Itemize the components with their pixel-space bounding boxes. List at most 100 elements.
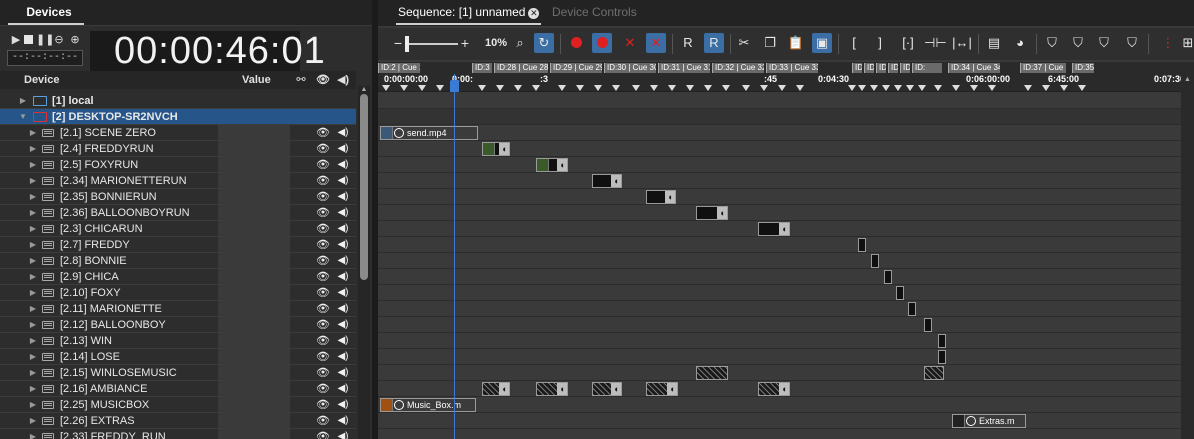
device-row[interactable]: ▶ [2.8] BONNIE 👁 ◀) [0, 253, 356, 269]
eye-icon[interactable]: 👁 [316, 173, 330, 189]
device-value[interactable] [218, 365, 290, 380]
device-value[interactable] [218, 221, 290, 236]
device-row[interactable]: ▶ [2.35] BONNIERUN 👁 ◀) [0, 189, 356, 205]
cue-marker[interactable] [594, 85, 602, 91]
stop-icon[interactable] [22, 34, 34, 46]
record-active-icon[interactable] [592, 33, 612, 53]
cue-marker[interactable] [576, 85, 584, 91]
device-value[interactable] [218, 381, 290, 396]
cue-marker[interactable] [1060, 85, 1068, 91]
device-row[interactable]: ▶ [2.4] FREDDYRUN 👁 ◀) [0, 141, 356, 157]
cue-label[interactable]: ID:2 | Cue 2 [378, 63, 420, 73]
device-row[interactable]: ▶ [2.14] LOSE 👁 ◀) [0, 349, 356, 365]
cue-marker[interactable] [686, 85, 694, 91]
cue-label[interactable]: ID:34 | Cue 34 [948, 63, 1000, 73]
cue-marker[interactable] [970, 85, 978, 91]
r-active-button[interactable]: R [704, 33, 724, 53]
timeline-track[interactable] [378, 109, 1181, 125]
cue-marker[interactable] [934, 85, 942, 91]
device-value[interactable] [218, 317, 290, 332]
timeline-clip[interactable]: ◖ [536, 382, 568, 396]
eye-icon[interactable]: 👁 [316, 365, 330, 381]
timeline-clip[interactable]: ◖ [758, 382, 790, 396]
expand-icon[interactable]: ▶ [28, 317, 38, 333]
zoom-slider-handle[interactable] [405, 36, 409, 52]
cue-marker[interactable] [918, 85, 926, 91]
speaker-icon[interactable]: ◀) [336, 349, 350, 365]
device-value[interactable] [218, 237, 290, 252]
cue-marker[interactable] [650, 85, 658, 91]
cue-label[interactable]: ID [864, 63, 874, 73]
timeline-clip[interactable]: ◖ [482, 142, 510, 156]
speaker-icon[interactable]: ◀) [336, 221, 350, 237]
cue-marker[interactable] [1078, 85, 1086, 91]
paste-icon[interactable]: 📋 [786, 33, 806, 53]
speaker-icon[interactable]: ◀) [336, 381, 350, 397]
cue-marker[interactable] [760, 85, 768, 91]
speaker-icon[interactable]: ◀) [336, 301, 350, 317]
timeline-track[interactable] [378, 173, 1181, 189]
timeline-clip[interactable]: ◖ [696, 206, 728, 220]
zoom-minus-button[interactable]: − [392, 33, 404, 53]
playhead-handle[interactable] [450, 80, 459, 92]
timeline-track[interactable] [378, 205, 1181, 221]
speaker-icon[interactable]: ◀) [336, 125, 350, 141]
cue-marker[interactable] [894, 85, 902, 91]
cue-marker[interactable] [778, 85, 786, 91]
device-row[interactable]: ▶ [2.25] MUSICBOX 👁 ◀) [0, 397, 356, 413]
more-icon[interactable]: ⋮ [1158, 33, 1178, 53]
eye-icon[interactable]: 👁 [316, 429, 330, 439]
eye-icon[interactable]: 👁 [316, 205, 330, 221]
cue-label[interactable]: ID:30 | Cue 30 [604, 63, 656, 73]
cue-label[interactable]: ID:29 | Cue 29 [550, 63, 602, 73]
device-value[interactable] [218, 301, 290, 316]
expand-icon[interactable]: ▶ [28, 397, 38, 413]
speaker-icon[interactable]: ◀) [336, 365, 350, 381]
eye-icon[interactable]: 👁 [316, 125, 330, 141]
marker-remove-icon[interactable]: ⛉ [1068, 33, 1088, 53]
split-icon[interactable]: ⊣⊢ [924, 33, 947, 53]
device-row[interactable]: ▶ [1] local [0, 93, 356, 109]
timeline-clip[interactable]: send.mp4 [380, 126, 478, 140]
eye-icon[interactable]: 👁 [316, 221, 330, 237]
timecode-input[interactable]: --:--:--:-- [7, 50, 83, 66]
cue-marker[interactable] [906, 85, 914, 91]
device-value[interactable] [218, 173, 290, 188]
timeline-clip[interactable]: ◖ [646, 382, 678, 396]
close-icon[interactable]: ✕ [528, 8, 540, 19]
expand-icon[interactable]: ▶ [28, 237, 38, 253]
expand-icon[interactable]: ▶ [28, 125, 38, 141]
cue-label[interactable]: ID:3 | C [472, 63, 492, 73]
timeline-track[interactable] [378, 429, 1181, 439]
cut-icon[interactable]: ✂ [734, 33, 754, 53]
expand-icon[interactable]: ▶ [28, 173, 38, 189]
timeline-track[interactable] [378, 269, 1181, 285]
zoom-plus-button[interactable]: + [459, 33, 471, 53]
media-icon[interactable]: ▤ [984, 33, 1004, 53]
cue-marker[interactable] [558, 85, 566, 91]
copy-icon[interactable]: ❐ [760, 33, 780, 53]
timeline-clip[interactable]: Music_Box.m [380, 398, 476, 412]
device-value[interactable] [218, 429, 290, 439]
timeline-clip[interactable]: ◖ [646, 190, 676, 204]
marker-prev-icon[interactable]: ⛉ [1094, 33, 1114, 53]
zoom-out-icon[interactable]: ⊖ [53, 34, 65, 46]
expand-icon[interactable]: ▶ [28, 333, 38, 349]
timeline-track[interactable] [378, 125, 1181, 141]
cue-label[interactable]: ID:28 | Cue 28 [494, 63, 548, 73]
expand-icon[interactable]: ▶ [28, 253, 38, 269]
timeline-clip[interactable] [924, 318, 932, 332]
cue-marker[interactable] [496, 85, 504, 91]
expand-icon[interactable]: ▶ [28, 349, 38, 365]
speaker-icon[interactable]: ◀) [336, 285, 350, 301]
eye-icon[interactable]: 👁 [316, 141, 330, 157]
device-row[interactable]: ▶ [2.33] FREDDY_RUN 👁 ◀) [0, 429, 356, 439]
device-row[interactable]: ▶ [2.12] BALLOONBOY 👁 ◀) [0, 317, 356, 333]
cue-marker[interactable] [668, 85, 676, 91]
device-row[interactable]: ▶ [2.36] BALLOONBOYRUN 👁 ◀) [0, 205, 356, 221]
timeline-track[interactable] [378, 157, 1181, 173]
cue-marker[interactable] [532, 85, 540, 91]
device-row[interactable]: ▶ [2.15] WINLOSEMUSIC 👁 ◀) [0, 365, 356, 381]
device-value[interactable] [218, 413, 290, 428]
device-value[interactable] [218, 141, 290, 156]
